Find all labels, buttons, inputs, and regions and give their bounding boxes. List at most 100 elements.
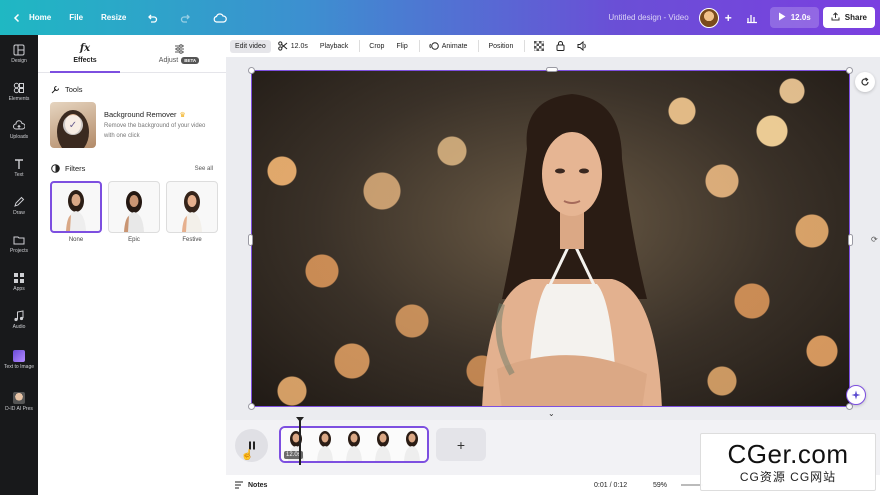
flip-button[interactable]: Flip bbox=[391, 40, 412, 53]
sliders-icon bbox=[174, 43, 184, 54]
text-to-image-app-icon bbox=[13, 350, 25, 362]
playback-button[interactable]: Playback bbox=[315, 40, 353, 53]
filter-label: Epic bbox=[128, 237, 140, 243]
time-readout: 0:01 / 0:12 bbox=[594, 481, 628, 489]
panel-tabs: fx Effects Adjust BETA bbox=[38, 35, 226, 73]
rail-label: Elements bbox=[8, 96, 30, 102]
filter-label: Festive bbox=[182, 237, 202, 243]
tab-effects[interactable]: fx Effects bbox=[38, 35, 132, 73]
resize-handle[interactable] bbox=[848, 234, 853, 246]
magic-assist-button[interactable] bbox=[846, 385, 866, 405]
design-title[interactable]: Untitled design - Video bbox=[608, 13, 688, 22]
play-icon bbox=[778, 12, 786, 23]
cloud-upload-icon bbox=[13, 120, 25, 130]
rail-item-text[interactable]: Text bbox=[0, 149, 38, 187]
filter-epic[interactable]: Epic bbox=[108, 181, 160, 243]
rail-item-uploads[interactable]: Uploads bbox=[0, 111, 38, 149]
animate-button[interactable]: Animate bbox=[424, 38, 473, 54]
tools-heading-label: Tools bbox=[65, 85, 83, 94]
trim-label: 12.0s bbox=[290, 42, 308, 50]
volume-button[interactable] bbox=[572, 38, 593, 54]
redo-button[interactable] bbox=[169, 0, 203, 35]
home-button[interactable]: Home bbox=[0, 0, 60, 35]
rail-item-audio[interactable]: Audio bbox=[0, 301, 38, 339]
crop-button[interactable]: Crop bbox=[364, 40, 389, 53]
clip-frame bbox=[397, 428, 427, 461]
premium-crown-icon: ♛ bbox=[179, 111, 186, 119]
background-remover-tool[interactable]: ✓ Background Remover ♛ Remove the backgr… bbox=[38, 100, 226, 150]
layout-icon bbox=[13, 44, 25, 56]
filters-row: None Epic Festive bbox=[38, 179, 226, 245]
see-all-link[interactable]: See all bbox=[195, 166, 213, 172]
rail-item-apps[interactable]: Apps bbox=[0, 263, 38, 301]
filter-festive[interactable]: Festive bbox=[166, 181, 218, 243]
rotate-button[interactable] bbox=[855, 72, 875, 92]
add-clip-button[interactable]: + bbox=[436, 428, 486, 461]
resize-handle[interactable] bbox=[248, 67, 255, 74]
lock-icon bbox=[556, 41, 565, 51]
rail-item-d-id[interactable]: D-ID AI Pres bbox=[0, 381, 38, 423]
video-subject-woman bbox=[482, 94, 662, 406]
undo-button[interactable] bbox=[135, 0, 169, 35]
rail-item-projects[interactable]: Projects bbox=[0, 225, 38, 263]
edit-video-button[interactable]: Edit video bbox=[230, 39, 271, 53]
rail-item-text-to-image[interactable]: Text to Image bbox=[0, 339, 38, 381]
rail-label: Text bbox=[14, 172, 24, 178]
watermark-main-text: CGer.com bbox=[727, 438, 849, 469]
rail-label: Projects bbox=[9, 248, 29, 254]
beta-badge: BETA bbox=[181, 56, 200, 64]
music-note-icon bbox=[14, 310, 24, 322]
fx-icon: fx bbox=[79, 43, 91, 54]
video-frame[interactable] bbox=[251, 70, 850, 407]
duration-label: 12.0s bbox=[790, 13, 811, 22]
resize-button[interactable]: Resize bbox=[92, 0, 135, 35]
resize-handle[interactable] bbox=[546, 67, 558, 72]
tab-label: Effects bbox=[73, 57, 97, 64]
lock-button[interactable] bbox=[551, 38, 570, 54]
trim-button[interactable]: 12.0s bbox=[273, 38, 313, 54]
tab-adjust[interactable]: Adjust BETA bbox=[132, 35, 226, 72]
canvas-area: ⟳ ⌄ bbox=[226, 57, 880, 420]
zoom-level[interactable]: 59% bbox=[653, 482, 667, 489]
notes-button[interactable]: Notes bbox=[234, 481, 267, 489]
folder-icon bbox=[13, 236, 25, 245]
play-preview-button[interactable]: 12.0s bbox=[769, 7, 819, 28]
cloud-save-button[interactable] bbox=[203, 0, 237, 35]
resize-handle[interactable] bbox=[248, 403, 255, 410]
add-collaborator-button[interactable]: + bbox=[719, 0, 738, 35]
rail-item-design[interactable]: Design bbox=[0, 35, 38, 73]
d-id-app-icon bbox=[13, 392, 25, 404]
notes-label: Notes bbox=[248, 481, 268, 489]
speaker-icon bbox=[577, 41, 587, 51]
transparency-button[interactable] bbox=[529, 38, 549, 54]
chevron-left-icon bbox=[9, 10, 25, 26]
filters-icon bbox=[51, 164, 60, 173]
rail-item-draw[interactable]: Draw bbox=[0, 187, 38, 225]
filter-none[interactable]: None bbox=[50, 181, 102, 243]
file-menu[interactable]: File bbox=[60, 0, 92, 35]
rail-label: D-ID AI Pres bbox=[5, 406, 33, 412]
filter-thumbnail bbox=[108, 181, 160, 233]
home-label: Home bbox=[29, 13, 52, 22]
avatar[interactable] bbox=[698, 7, 719, 28]
position-button[interactable]: Position bbox=[483, 40, 518, 53]
insights-button[interactable] bbox=[738, 0, 766, 35]
filter-label: None bbox=[68, 237, 84, 243]
sync-icon[interactable]: ⟳ bbox=[871, 235, 878, 244]
effects-panel: fx Effects Adjust BETA Tools ✓ Backgroun… bbox=[38, 35, 226, 495]
rail-label: Text to Image bbox=[3, 364, 34, 370]
clip-frame bbox=[339, 428, 369, 461]
sparkle-icon bbox=[851, 390, 861, 400]
animate-icon bbox=[429, 42, 439, 50]
scissors-icon bbox=[277, 41, 288, 51]
resize-handle[interactable] bbox=[846, 67, 853, 74]
resize-handle[interactable] bbox=[248, 234, 253, 246]
timeline-clip[interactable]: 12.0s bbox=[279, 426, 429, 463]
rail-label: Apps bbox=[13, 286, 25, 292]
share-button[interactable]: Share bbox=[822, 7, 875, 28]
rail-item-elements[interactable]: Elements bbox=[0, 73, 38, 111]
collapse-chevron-icon[interactable]: ⌄ bbox=[548, 409, 555, 418]
tools-icon bbox=[51, 86, 59, 94]
checkmark-icon: ✓ bbox=[63, 115, 83, 135]
playhead[interactable] bbox=[296, 417, 304, 465]
